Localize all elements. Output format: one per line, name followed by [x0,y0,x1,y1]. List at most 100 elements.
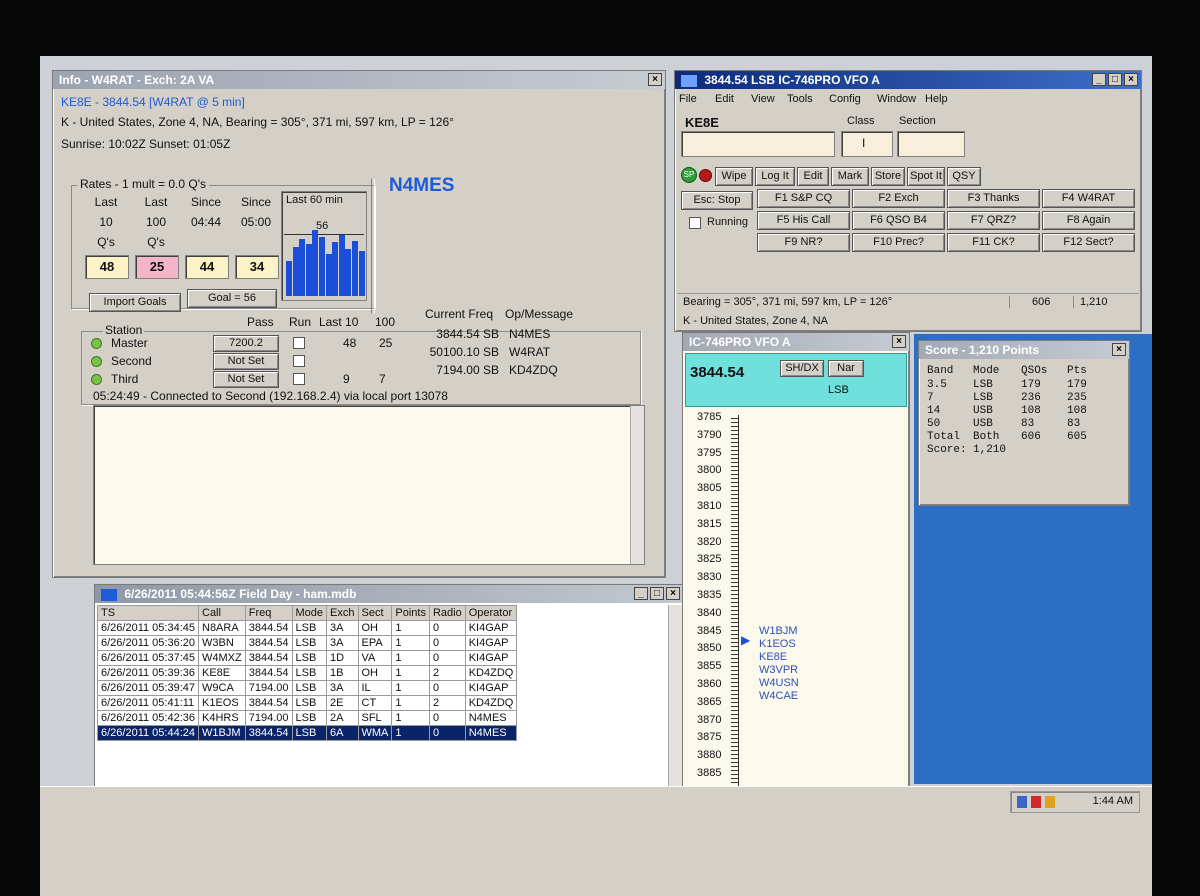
menu-item-file[interactable]: File [679,93,697,105]
fkey-button[interactable]: F2 Exch [852,189,945,208]
log-column-header[interactable]: Operator [464,605,518,621]
fkey-button[interactable]: F3 Thanks [947,189,1040,208]
minimize-icon[interactable]: _ [634,587,648,600]
log-column-header[interactable]: Mode [291,605,328,621]
mark-button[interactable]: Mark [831,167,869,186]
close-icon[interactable]: × [666,587,680,600]
log-column-header[interactable]: Sect [357,605,393,621]
entry-window-titlebar[interactable]: 3844.54 LSB IC-746PRO VFO A _ □ × [675,71,1141,89]
bandmap-spot[interactable]: W4CAE [759,690,798,702]
antivirus-icon[interactable] [1045,796,1055,808]
station-status-icon [91,374,102,385]
menu-item-edit[interactable]: Edit [715,93,734,105]
close-icon[interactable]: × [648,73,662,86]
bandmap-spot[interactable]: W1BJM [759,625,798,637]
message-scrollbar[interactable] [630,406,644,564]
network-icon[interactable] [1017,796,1027,808]
table-row[interactable]: 6/26/2011 05:34:45 N8ARA 3844.54 LSB 3A OH 1 0 K… [97,620,518,636]
table-row[interactable]: 6/26/2011 05:44:24 W1BJM 3844.54 LSB 6A WMA 1 0… [97,725,518,741]
nar-button[interactable]: Nar [828,360,864,377]
log-column-header[interactable]: Points [391,605,430,621]
fkey-button[interactable]: F10 Prec? [852,233,945,252]
esc-stop-button[interactable]: Esc: Stop [681,191,753,210]
volume-icon[interactable] [1031,796,1041,808]
spot-it-button[interactable]: Spot It [907,167,945,186]
table-row[interactable]: 6/26/2011 05:41:11 K1EOS 3844.54 LSB 2E CT 1 2 K… [97,695,518,711]
log-cell: 6/26/2011 05:42:36 [97,710,199,726]
fkey-button[interactable]: F9 NR? [757,233,850,252]
running-checkbox[interactable] [689,217,701,229]
menu-item-config[interactable]: Config [829,93,861,105]
menu-item-tools[interactable]: Tools [787,93,813,105]
table-row[interactable]: 6/26/2011 05:37:45 W4MXZ 3844.54 LSB 1D VA 1 0 K… [97,650,518,666]
store-button[interactable]: Store [871,167,905,186]
import-goals-button[interactable]: Import Goals [89,293,181,312]
table-row[interactable]: 6/26/2011 05:42:36 K4HRS 7194.00 LSB 2A SFL 1 0… [97,710,518,726]
edit-button[interactable]: Edit [797,167,829,186]
log-column-header[interactable]: Freq [244,605,293,621]
status-points: 1,210 [1073,296,1133,308]
fkey-button[interactable]: F6 QSO B4 [852,211,945,230]
log-cell: 1 [391,680,430,696]
score-label: Score: [927,444,967,456]
bandmap-titlebar[interactable]: IC-746PRO VFO A × [683,333,909,351]
bandmap-spot[interactable]: KE8E [759,651,787,663]
maximize-icon[interactable]: □ [1108,73,1122,86]
fkey-button[interactable]: F4 W4RAT [1042,189,1135,208]
close-icon[interactable]: × [1124,73,1138,86]
score-titlebar[interactable]: Score - 1,210 Points × [919,341,1129,359]
menu-item-window[interactable]: Window [877,93,916,105]
rate-bar [305,244,312,296]
fkey-button[interactable]: F12 Sect? [1042,233,1135,252]
log-cell: K4HRS [198,710,246,726]
bandmap-cursor-icon: ▶ [741,633,751,647]
fkey-button[interactable]: F8 Again [1042,211,1135,230]
bandmap-spot[interactable]: W4USN [759,677,799,689]
table-row[interactable]: 6/26/2011 05:39:47 W9CA 7194.00 LSB 3A IL 1 0 KI… [97,680,518,696]
log-column-header[interactable]: Call [198,605,246,621]
bandmap-tick-label: 3845 [697,624,722,637]
station-pass-button[interactable]: 7200.2 [213,335,279,352]
station-run-checkbox[interactable] [293,373,305,385]
close-icon[interactable]: × [1112,343,1126,356]
fkey-button[interactable]: F7 QRZ? [947,211,1040,230]
op-message-header: Op/Message [505,307,574,321]
call-input[interactable] [681,131,835,157]
bandmap-tick-label: 3790 [697,428,722,441]
info-window-titlebar[interactable]: Info - W4RAT - Exch: 2A VA × [53,71,665,89]
bandmap-spot[interactable]: K1EOS [759,638,796,650]
class-input[interactable]: I [841,131,893,157]
sh-dx-button[interactable]: SH/DX [780,360,824,377]
log-window-titlebar[interactable]: 6/26/2011 05:44:56Z Field Day - ham.mdb … [95,585,683,603]
station-pass-button[interactable]: Not Set [213,371,279,388]
table-row[interactable]: 6/26/2011 05:39:36 KE8E 3844.54 LSB 1B OH 1 2 KD… [97,665,518,681]
log-cell: 3844.54 [244,725,293,741]
menu-item-view[interactable]: View [751,93,775,105]
goal-button[interactable]: Goal = 56 [187,289,277,308]
log-it-button[interactable]: Log It [755,167,795,186]
minimize-icon[interactable]: _ [1092,73,1106,86]
message-area[interactable] [93,405,645,565]
fkey-button[interactable]: F5 His Call [757,211,850,230]
fkey-button[interactable]: F11 CK? [947,233,1040,252]
log-cell: 1 [391,695,430,711]
sp-indicator-icon[interactable]: SP [681,167,697,183]
log-column-header[interactable]: TS [97,605,199,621]
section-input[interactable] [897,131,965,157]
close-icon[interactable]: × [892,335,906,348]
log-column-header[interactable]: Exch [326,605,359,621]
wipe-button[interactable]: Wipe [715,167,753,186]
log-column-header[interactable]: Radio [428,605,466,621]
bandmap-spot[interactable]: W3VPR [759,664,798,676]
station-run-checkbox[interactable] [293,337,305,349]
station-run-checkbox[interactable] [293,355,305,367]
table-row[interactable]: 6/26/2011 05:36:20 W3BN 3844.54 LSB 3A EPA 1 0 K… [97,635,518,651]
fkey-button[interactable]: F1 S&P CQ [757,189,850,208]
station-pass-button[interactable]: Not Set [213,353,279,370]
log-cell: 0 [428,680,466,696]
menu-item-help[interactable]: Help [925,93,948,105]
log-cell: KD4ZDQ [464,695,518,711]
bandmap-tick-label: 3835 [697,589,722,601]
qsy-button[interactable]: QSY [947,167,981,186]
maximize-icon[interactable]: □ [650,587,664,600]
